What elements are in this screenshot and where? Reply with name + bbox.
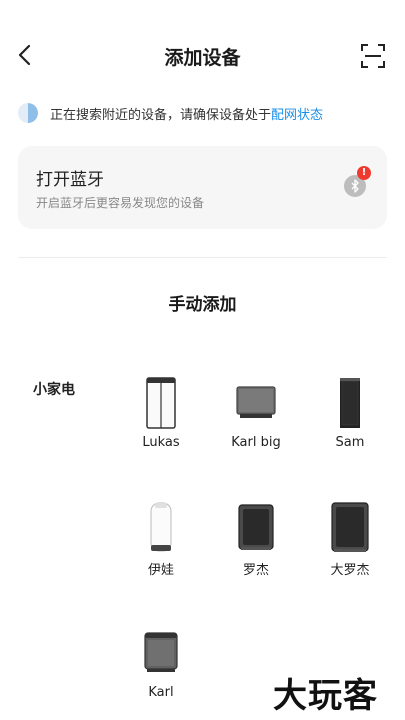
watermark: 大玩客: [273, 676, 378, 716]
device-label: 大罗杰: [330, 563, 370, 578]
scan-icon[interactable]: [360, 43, 386, 69]
divider: [18, 257, 387, 258]
karl-big-device-icon: [236, 377, 276, 429]
big-roger-device-icon: [331, 501, 369, 553]
device-lukas[interactable]: Lukas: [121, 377, 201, 450]
bluetooth-card[interactable]: 打开蓝牙 开启蓝牙后更容易发现您的设备 !: [18, 146, 387, 229]
sam-device-icon: [338, 377, 362, 429]
search-status-text: 正在搜索附近的设备，请确保设备处于配网状态: [50, 107, 324, 123]
device-label: Karl big: [231, 435, 281, 450]
device-label: Karl: [148, 685, 174, 700]
device-karl-big[interactable]: Karl big: [216, 377, 296, 450]
device-karl[interactable]: Karl: [121, 627, 201, 700]
karl-device-icon: [143, 627, 179, 679]
device-eva[interactable]: 伊娃: [121, 501, 201, 578]
device-big-roger[interactable]: 大罗杰: [310, 501, 390, 578]
lukas-device-icon: [146, 377, 176, 429]
alert-badge: !: [357, 166, 371, 180]
device-label: 罗杰: [242, 563, 269, 578]
device-label: 伊娃: [147, 563, 174, 578]
roger-device-icon: [238, 501, 274, 553]
device-roger[interactable]: 罗杰: [216, 501, 296, 578]
bluetooth-subtitle: 开启蓝牙后更容易发现您的设备: [36, 196, 205, 210]
page-title: 添加设备: [164, 47, 241, 69]
device-label: Sam: [335, 435, 365, 450]
bluetooth-title: 打开蓝牙: [36, 170, 104, 190]
category-label: 小家电: [33, 382, 75, 398]
searching-spinner-icon: [18, 103, 38, 123]
device-sam[interactable]: Sam: [310, 377, 390, 450]
device-label: Lukas: [142, 435, 180, 450]
network-mode-link[interactable]: 配网状态: [271, 108, 323, 123]
top-bar: 添加设备: [0, 0, 405, 110]
search-status: 正在搜索附近的设备，请确保设备处于配网状态: [18, 102, 323, 124]
manual-add-title: 手动添加: [168, 295, 237, 315]
eva-device-icon: [148, 501, 174, 553]
